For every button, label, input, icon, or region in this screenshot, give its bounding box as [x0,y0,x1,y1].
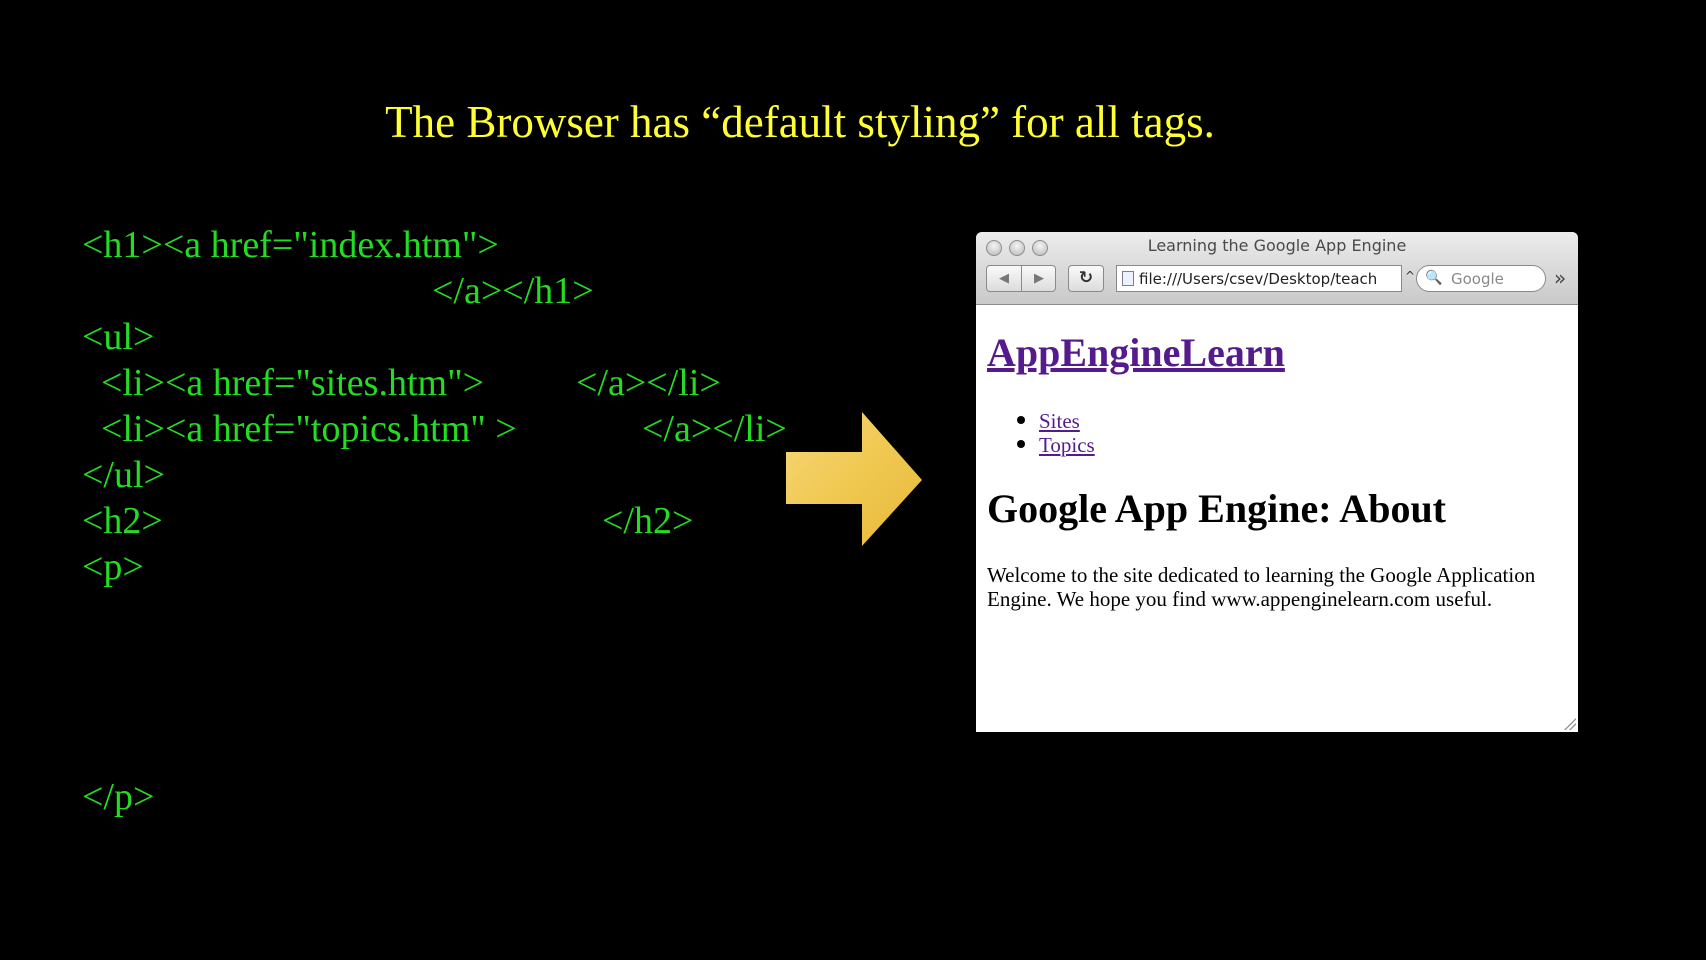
code-line-li-topics-close: </a></li> [642,408,787,450]
reload-icon: ↻ [1078,268,1094,288]
file-page-icon [1122,271,1134,286]
page-content: AppEngineLearn Sites Topics Google App E… [976,305,1578,732]
page-heading: Google App Engine: About [987,486,1447,531]
back-arrow-icon: ◀ [999,271,1009,286]
forward-arrow-icon: ▶ [1034,271,1044,286]
address-text: file:///Users/csev/Desktop/teach [1139,270,1378,288]
code-line-li-sites-close: </a></li> [576,362,721,404]
forward-button[interactable]: ▶ [1022,266,1056,291]
sites-link[interactable]: Sites [1039,409,1080,434]
code-line-h2-close: </h2> [602,500,694,542]
code-line-h1-open: <h1><a href="index.htm"> [82,224,499,266]
browser-window: Learning the Google App Engine ◀ ▶ ↻ fil… [976,232,1578,732]
search-input[interactable]: 🔍 Google [1416,265,1546,292]
code-line-h2-open: <h2> [82,500,163,542]
reload-button[interactable]: ↻ [1068,265,1104,292]
site-title-link[interactable]: AppEngineLearn [987,329,1285,376]
url-dropdown-icon[interactable]: ^ [1405,269,1415,283]
browser-toolbar: Learning the Google App Engine ◀ ▶ ↻ fil… [976,232,1578,305]
code-line-li-topics-open: <li><a href="topics.htm" > [82,408,517,450]
slide-title: The Browser has “default styling” for al… [385,97,1215,147]
bullet-icon [1017,416,1025,424]
code-line-p-close: </p> [82,776,155,818]
welcome-paragraph: Welcome to the site dedicated to learnin… [987,563,1536,611]
code-line-ul-close: </ul> [82,454,165,496]
bullet-icon [1017,440,1025,448]
code-line-ul-open: <ul> [82,316,155,358]
topics-link[interactable]: Topics [1039,433,1095,458]
back-button[interactable]: ◀ [987,266,1021,291]
toolbar-overflow-icon[interactable]: » [1554,266,1566,290]
search-icon: 🔍 [1425,270,1443,286]
code-line-h1-close: </a></h1> [432,270,594,312]
right-arrow-icon [786,412,922,546]
search-placeholder: Google [1451,270,1504,288]
navigation-buttons: ◀ ▶ [986,265,1056,292]
code-line-li-sites-open: <li><a href="sites.htm"> [82,362,485,404]
resize-grip-icon[interactable] [1564,718,1576,730]
slide: The Browser has “default styling” for al… [0,0,1706,960]
address-bar[interactable]: file:///Users/csev/Desktop/teach [1116,265,1402,292]
code-line-p-open: <p> [82,546,144,588]
window-title: Learning the Google App Engine [1147,236,1407,255]
